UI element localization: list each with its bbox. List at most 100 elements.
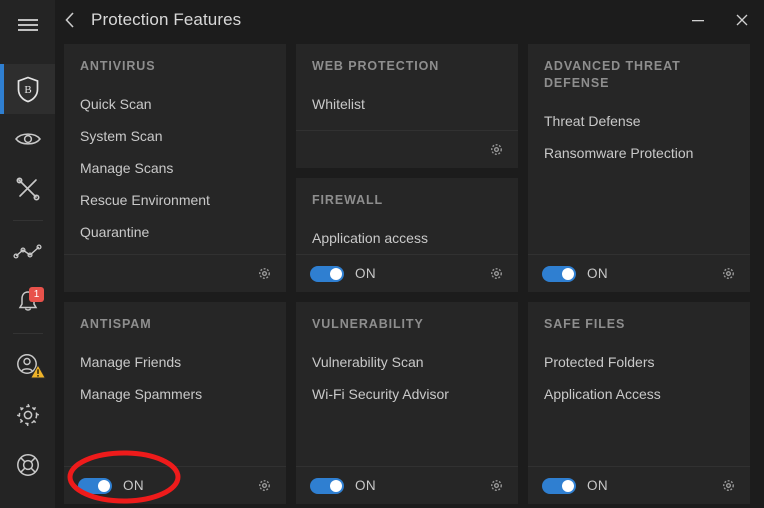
toggle-state-label: ON (587, 478, 609, 493)
sidebar-item-account[interactable] (0, 340, 55, 390)
link-manage-scans[interactable]: Manage Scans (80, 152, 270, 184)
link-application-access-safe-files[interactable]: Application Access (544, 378, 734, 410)
rail-spacer (0, 50, 55, 64)
rail-divider-2 (12, 333, 43, 334)
gear-icon (491, 268, 502, 279)
firewall-toggle[interactable]: ON (310, 265, 377, 282)
card-footer (64, 254, 286, 292)
gear-icon (16, 403, 39, 427)
card-body: VULNERABILITY Vulnerability Scan Wi-Fi S… (296, 302, 518, 466)
link-application-access[interactable]: Application access (312, 222, 502, 254)
antispam-settings-button[interactable] (257, 478, 272, 493)
link-ransomware-protection[interactable]: Ransomware Protection (544, 137, 734, 169)
tools-icon (15, 177, 39, 201)
gear-icon (491, 144, 502, 155)
svg-text:B: B (24, 84, 31, 96)
antispam-toggle[interactable]: ON (78, 477, 144, 494)
card-title: ANTISPAM (80, 317, 152, 331)
advanced-threat-defense-settings-button[interactable] (721, 266, 736, 281)
card-footer: ON (528, 466, 750, 504)
advanced-threat-defense-toggle[interactable]: ON (542, 265, 609, 282)
safe-files-toggle[interactable]: ON (542, 477, 609, 494)
link-wifi-security-advisor[interactable]: Wi-Fi Security Advisor (312, 378, 502, 410)
card-title: WEB PROTECTION (312, 59, 440, 73)
eye-icon (14, 133, 41, 145)
back-button[interactable] (55, 0, 85, 40)
card-safe-files: SAFE FILES Protected Folders Application… (528, 302, 750, 504)
toggle-state-label: ON (355, 266, 377, 281)
card-title: FIREWALL (312, 193, 384, 207)
grid-column-2: WEB PROTECTION Whitelist FIREWALL Applic… (296, 44, 518, 508)
card-body: FIREWALL Application access (296, 178, 518, 254)
link-vulnerability-scan[interactable]: Vulnerability Scan (312, 346, 502, 378)
link-threat-defense[interactable]: Threat Defense (544, 105, 734, 137)
toggle-knob (330, 479, 342, 492)
card-antispam: ANTISPAM Manage Friends Manage Spammers … (64, 302, 286, 504)
toggle-switch[interactable] (310, 477, 344, 494)
link-rescue-environment[interactable]: Rescue Environment (80, 184, 270, 216)
chevron-left-icon (65, 12, 74, 28)
minimize-button[interactable] (676, 0, 720, 40)
card-title: SAFE FILES (544, 317, 626, 331)
warning-triangle-icon (30, 364, 46, 379)
toggle-knob (562, 267, 574, 280)
minimize-icon (692, 20, 704, 22)
hamburger-menu-icon (17, 19, 38, 31)
firewall-settings-button[interactable] (489, 266, 504, 281)
toggle-knob (98, 479, 110, 492)
card-footer (296, 130, 518, 168)
card-web-protection: WEB PROTECTION Whitelist (296, 44, 518, 168)
rail-divider (12, 220, 43, 221)
hamburger-menu-button[interactable] (0, 0, 55, 50)
protection-features-window: B 1 Protection Features ANTIVIRUS Quick … (0, 0, 764, 508)
link-system-scan[interactable]: System Scan (80, 120, 270, 152)
card-body: ADVANCED THREAT DEFENSE Threat Defense R… (528, 44, 750, 254)
sidebar-item-privacy[interactable] (0, 114, 55, 164)
card-title: ANTIVIRUS (80, 59, 156, 73)
link-whitelist[interactable]: Whitelist (312, 88, 502, 120)
activity-chart-icon (12, 244, 42, 259)
antivirus-settings-button[interactable] (257, 266, 272, 281)
card-advanced-threat-defense: ADVANCED THREAT DEFENSE Threat Defense R… (528, 44, 750, 292)
sidebar-item-protection[interactable]: B (0, 64, 55, 114)
card-body: SAFE FILES Protected Folders Application… (528, 302, 750, 466)
card-footer: ON (64, 466, 286, 504)
sidebar-item-reports[interactable] (0, 227, 55, 277)
vulnerability-toggle[interactable]: ON (310, 477, 377, 494)
link-quarantine[interactable]: Quarantine (80, 216, 270, 248)
shield-b-icon: B (17, 76, 38, 102)
card-firewall: FIREWALL Application access ON (296, 178, 518, 292)
protection-features-grid: ANTIVIRUS Quick Scan System Scan Manage … (64, 44, 756, 504)
sidebar-item-utilities[interactable] (0, 164, 55, 214)
sidebar-item-settings[interactable] (0, 390, 55, 440)
gear-icon (259, 480, 270, 491)
toggle-switch[interactable] (310, 265, 344, 282)
lifebuoy-icon (16, 454, 39, 476)
card-body: ANTISPAM Manage Friends Manage Spammers (64, 302, 286, 466)
web-protection-settings-button[interactable] (489, 142, 504, 157)
sidebar-item-notifications[interactable]: 1 (0, 277, 55, 327)
card-footer: ON (528, 254, 750, 292)
toggle-switch[interactable] (542, 265, 576, 282)
toggle-knob (330, 267, 342, 280)
gear-icon (723, 268, 734, 279)
title-bar: Protection Features (55, 0, 764, 40)
grid-column-3: ADVANCED THREAT DEFENSE Threat Defense R… (528, 44, 750, 508)
link-quick-scan[interactable]: Quick Scan (80, 88, 270, 120)
link-protected-folders[interactable]: Protected Folders (544, 346, 734, 378)
left-navigation-rail: B 1 (0, 0, 55, 508)
close-icon (736, 14, 748, 26)
toggle-state-label: ON (587, 266, 609, 281)
toggle-knob (562, 479, 574, 492)
toggle-switch[interactable] (78, 477, 112, 494)
sidebar-item-support[interactable] (0, 440, 55, 490)
vulnerability-settings-button[interactable] (489, 478, 504, 493)
toggle-state-label: ON (355, 478, 377, 493)
link-manage-spammers[interactable]: Manage Spammers (80, 378, 270, 410)
link-manage-friends[interactable]: Manage Friends (80, 346, 270, 378)
window-controls (676, 0, 764, 40)
toggle-switch[interactable] (542, 477, 576, 494)
card-footer: ON (296, 466, 518, 504)
close-button[interactable] (720, 0, 764, 40)
safe-files-settings-button[interactable] (721, 478, 736, 493)
